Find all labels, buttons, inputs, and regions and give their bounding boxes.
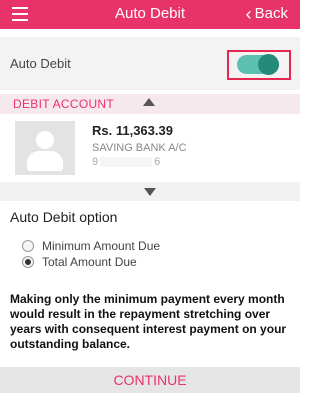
option-total-amount-due[interactable]: Total Amount Due	[22, 255, 137, 269]
debit-account-label: DEBIT ACCOUNT	[13, 97, 115, 111]
option-minimum-amount-due[interactable]: Minimum Amount Due	[22, 239, 160, 253]
back-label: Back	[254, 5, 288, 22]
account-type: SAVING BANK A/C	[92, 142, 187, 154]
toggle-knob	[258, 54, 279, 75]
account-balance: Rs. 11,363.39	[92, 123, 173, 138]
back-button[interactable]: ‹ Back	[245, 3, 288, 24]
scroll-down-arrow-icon[interactable]	[144, 188, 156, 196]
option-label: Minimum Amount Due	[42, 239, 161, 253]
account-number-mask	[100, 157, 153, 168]
auto-debit-toggle[interactable]	[237, 54, 279, 75]
avatar-placeholder-icon	[15, 121, 75, 175]
account-number-suffix: 6	[154, 156, 161, 168]
continue-label: CONTINUE	[113, 372, 187, 388]
auto-debit-label: Auto Debit	[10, 56, 71, 71]
option-label: Total Amount Due	[42, 255, 137, 269]
auto-debit-option-title: Auto Debit option	[10, 209, 118, 225]
radio-icon[interactable]	[22, 240, 34, 252]
scroll-up-arrow-icon[interactable]	[143, 98, 155, 106]
radio-selected-icon[interactable]	[22, 256, 34, 268]
minimum-payment-notice: Making only the minimum payment every mo…	[10, 292, 287, 351]
continue-button[interactable]: CONTINUE	[0, 367, 300, 393]
app-header: Auto Debit ‹ Back	[0, 0, 300, 29]
account-number-prefix: 9	[92, 156, 99, 168]
account-number: 96	[92, 156, 160, 168]
chevron-left-icon: ‹	[245, 3, 252, 24]
